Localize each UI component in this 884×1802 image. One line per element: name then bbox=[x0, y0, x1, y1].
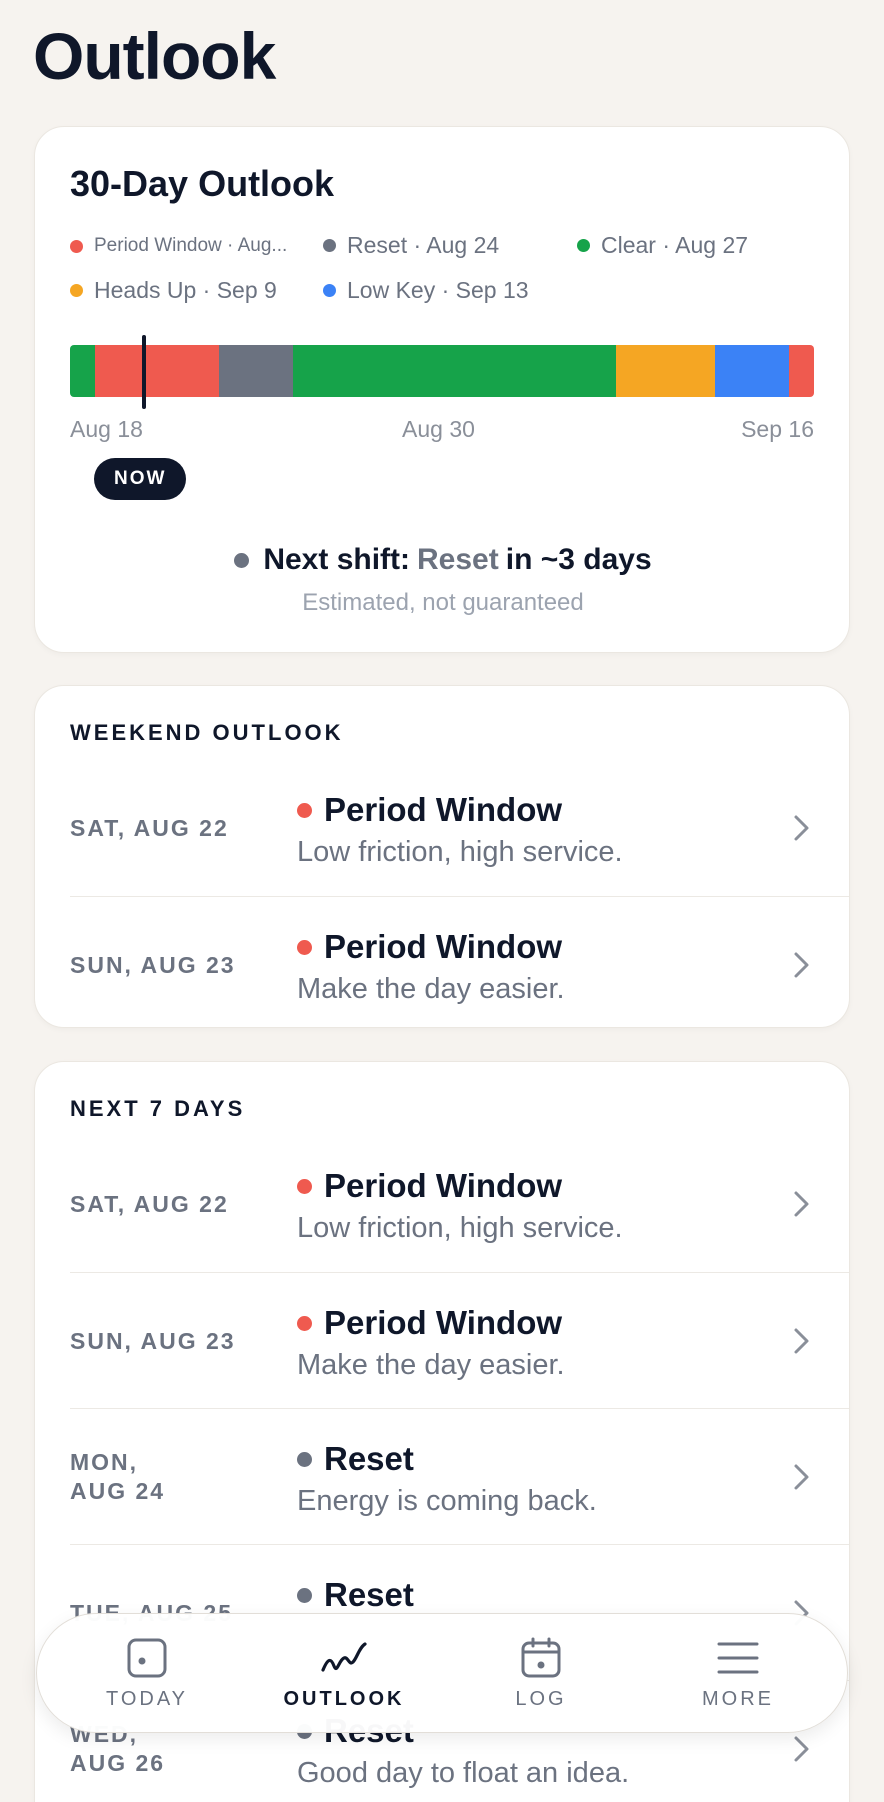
phase-label: Period Window bbox=[324, 791, 563, 828]
row-phase: Reset bbox=[297, 1440, 414, 1478]
row-date: SAT, AUG 22 bbox=[70, 814, 229, 841]
timeline-segment bbox=[70, 345, 95, 397]
phase-dot bbox=[297, 1315, 312, 1331]
timeline-segment bbox=[714, 345, 790, 397]
tab-label: TODAY bbox=[105, 1688, 189, 1710]
row-description: Energy is coming back. bbox=[297, 1485, 597, 1517]
row-date-day: AUG 26 bbox=[70, 1750, 166, 1776]
next-shift-note: Estimated, not guaranteed bbox=[302, 589, 584, 616]
tab-label: OUTLOOK bbox=[283, 1688, 405, 1710]
phase-label: Period Window bbox=[324, 1167, 563, 1204]
weekend-outlook-card: WEEKEND OUTLOOK SAT, AUG 22 Period Windo… bbox=[34, 685, 850, 1028]
timeline-segment bbox=[94, 345, 219, 397]
phase-dot bbox=[297, 1178, 312, 1194]
tab-label: MORE bbox=[702, 1688, 774, 1710]
timeline-bar bbox=[70, 345, 814, 397]
timeline-segment bbox=[293, 345, 616, 397]
legend-item-heads-up: Heads Up · Sep 9 bbox=[70, 277, 277, 304]
list-item[interactable]: SUN, AUG 23 Period Window Make the day e… bbox=[70, 1272, 849, 1408]
row-date-line: MON, AUG 24 bbox=[70, 1448, 165, 1506]
legend-label: Reset · Aug 24 bbox=[347, 232, 500, 258]
row-date: SAT, AUG 22 bbox=[70, 1190, 229, 1217]
tab-more[interactable]: MORE bbox=[658, 1614, 818, 1734]
legend-label: Clear · Aug 27 bbox=[601, 232, 749, 258]
legend-dot bbox=[70, 284, 83, 297]
list-item[interactable]: SAT, AUG 22 Period Window Low friction, … bbox=[70, 1136, 849, 1272]
row-phase: Period Window bbox=[297, 928, 562, 966]
calendar-icon bbox=[521, 1637, 561, 1678]
next-shift-dot bbox=[234, 552, 250, 568]
legend-dot bbox=[577, 239, 590, 252]
list-item[interactable]: MON, AUG 24 Reset Energy is coming back. bbox=[70, 1408, 849, 1544]
section-title: NEXT 7 DAYS bbox=[70, 1096, 246, 1121]
tab-outlook[interactable]: OUTLOOK bbox=[264, 1614, 424, 1734]
legend-item-clear: Clear · Aug 27 bbox=[577, 232, 748, 259]
outlook-card: 30-Day Outlook Period Window · Aug... Re… bbox=[34, 126, 850, 653]
next-shift-prefix: Next shift: bbox=[263, 543, 411, 576]
legend-item-period-window: Period Window · Aug... bbox=[70, 235, 287, 257]
axis-label-start: Aug 18 bbox=[70, 416, 143, 442]
phase-dot bbox=[297, 802, 312, 818]
legend-dot bbox=[323, 239, 336, 252]
row-description: Low friction, high service. bbox=[297, 1212, 623, 1244]
row-date: SUN, AUG 23 bbox=[70, 951, 236, 978]
chevron-right-icon bbox=[794, 1328, 809, 1354]
timeline-segment bbox=[218, 345, 294, 397]
legend-label: Heads Up · Sep 9 bbox=[94, 277, 277, 303]
today-icon bbox=[127, 1638, 167, 1678]
legend-item-reset: Reset · Aug 24 bbox=[323, 232, 499, 259]
now-badge: NOW bbox=[94, 458, 187, 500]
row-description: Make the day easier. bbox=[297, 1349, 565, 1381]
chevron-right-icon bbox=[794, 815, 809, 841]
legend-item-low-key: Low Key · Sep 13 bbox=[323, 277, 529, 304]
row-date-weekday: MON, bbox=[70, 1449, 139, 1475]
next-shift-phase: Reset bbox=[417, 543, 499, 576]
menu-icon bbox=[717, 1642, 759, 1674]
legend-dot bbox=[70, 239, 83, 253]
now-marker bbox=[142, 335, 147, 409]
next-shift: Next shift: Reset in ~3 days bbox=[35, 543, 849, 577]
page-title: Outlook bbox=[33, 19, 276, 93]
timeline-segment bbox=[615, 345, 715, 397]
legend-dot bbox=[323, 284, 336, 297]
row-phase: Reset bbox=[297, 1576, 414, 1614]
axis-label-end: Sep 16 bbox=[741, 416, 814, 442]
phase-dot bbox=[297, 939, 312, 955]
timeline-segment bbox=[789, 345, 814, 397]
legend-label: Period Window · Aug... bbox=[94, 235, 288, 256]
phase-label: Period Window bbox=[324, 928, 563, 965]
row-phase: Period Window bbox=[297, 1304, 562, 1342]
row-phase: Period Window bbox=[297, 791, 562, 829]
phase-label: Reset bbox=[324, 1440, 414, 1477]
tab-label: LOG bbox=[515, 1688, 567, 1710]
axis-label-mid: Aug 30 bbox=[402, 416, 475, 442]
next-shift-suffix: in ~3 days bbox=[505, 543, 652, 576]
row-description: Good day to float an idea. bbox=[297, 1757, 630, 1789]
tab-today[interactable]: TODAY bbox=[67, 1614, 227, 1734]
row-phase: Period Window bbox=[297, 1167, 562, 1205]
phase-label: Period Window bbox=[324, 1304, 563, 1341]
phase-label: Reset bbox=[324, 1576, 414, 1613]
row-description: Make the day easier. bbox=[297, 973, 565, 1005]
phase-dot bbox=[297, 1451, 312, 1467]
chevron-right-icon bbox=[794, 1464, 809, 1490]
legend-label: Low Key · Sep 13 bbox=[347, 277, 529, 303]
row-date: MON, AUG 24 bbox=[70, 1409, 250, 1545]
chevron-right-icon bbox=[794, 952, 809, 978]
list-item[interactable]: SAT, AUG 22 Period Window Low friction, … bbox=[70, 760, 849, 896]
row-date: SUN, AUG 23 bbox=[70, 1327, 236, 1354]
row-description: Low friction, high service. bbox=[297, 836, 623, 868]
outlook-title: 30-Day Outlook bbox=[70, 163, 335, 204]
list-item[interactable]: SUN, AUG 23 Period Window Make the day e… bbox=[70, 896, 849, 1027]
row-date-day: AUG 24 bbox=[70, 1478, 166, 1504]
tab-bar: TODAY OUTLOOK LOG MORE bbox=[36, 1613, 848, 1733]
trend-icon bbox=[321, 1642, 367, 1672]
chevron-right-icon bbox=[794, 1736, 809, 1762]
section-title: WEEKEND OUTLOOK bbox=[70, 720, 344, 745]
phase-dot bbox=[297, 1587, 312, 1603]
tab-log[interactable]: LOG bbox=[461, 1614, 621, 1734]
chevron-right-icon bbox=[794, 1191, 809, 1217]
